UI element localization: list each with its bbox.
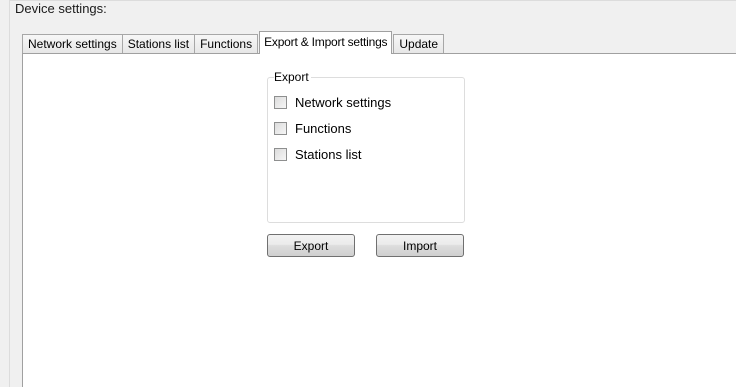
tab-export-import-settings[interactable]: Export & Import settings	[259, 31, 393, 54]
stations-list-checkbox-label: Stations list	[295, 146, 362, 162]
export-option-network-settings[interactable]: Network settings	[274, 94, 391, 110]
network-settings-checkbox[interactable]	[274, 95, 287, 109]
stations-list-checkbox[interactable]	[274, 147, 287, 161]
device-settings-title: Device settings:	[15, 1, 107, 16]
export-groupbox-legend: Export	[274, 70, 311, 84]
export-option-stations-list[interactable]: Stations list	[274, 146, 361, 162]
settings-tab-bar: Network settings Stations list Functions…	[22, 31, 445, 54]
export-option-functions[interactable]: Functions	[274, 120, 351, 136]
functions-checkbox[interactable]	[274, 121, 287, 135]
tab-network-settings[interactable]: Network settings	[22, 34, 123, 54]
tab-stations-list[interactable]: Stations list	[121, 34, 196, 54]
export-button[interactable]: Export	[267, 234, 355, 257]
import-button[interactable]: Import	[376, 234, 464, 257]
tab-update[interactable]: Update	[393, 34, 445, 54]
tab-functions[interactable]: Functions	[194, 34, 259, 54]
tab-panel-export-import: Export Network settings Functions Statio…	[22, 53, 736, 387]
network-settings-checkbox-label: Network settings	[295, 94, 392, 110]
functions-checkbox-label: Functions	[295, 120, 352, 136]
